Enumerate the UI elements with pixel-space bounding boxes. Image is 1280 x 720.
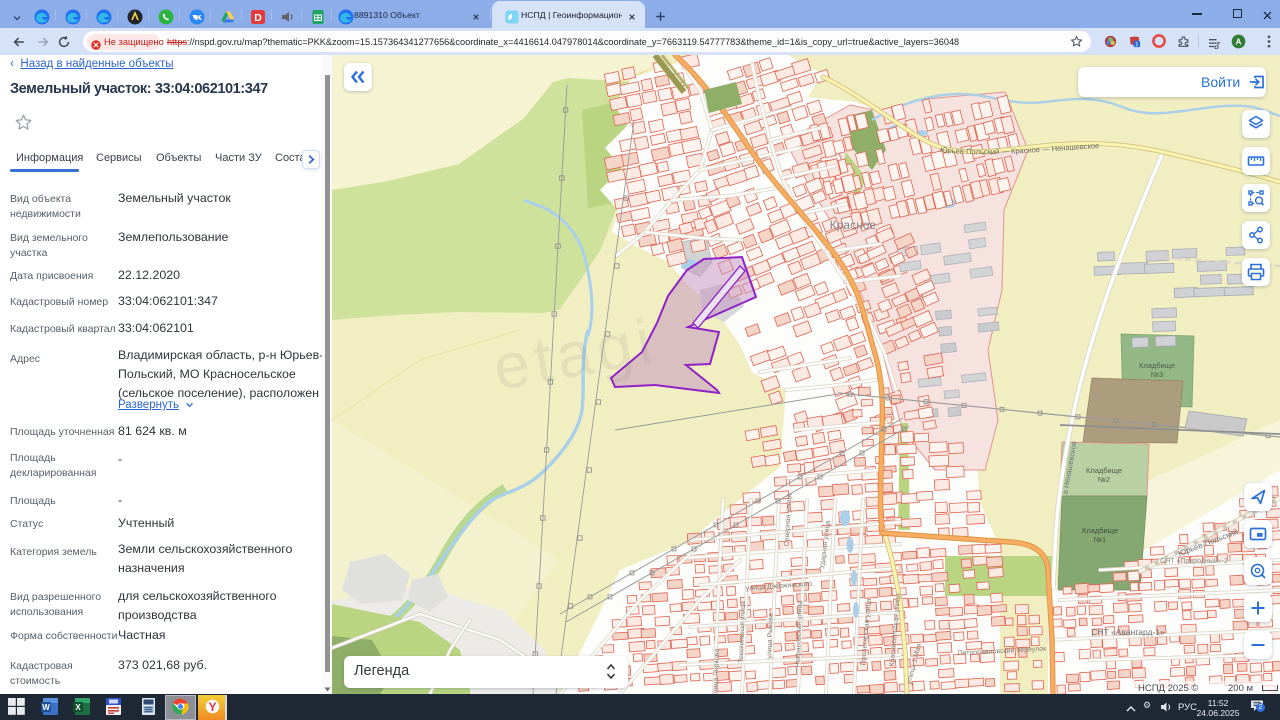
svg-text:Кладбище: Кладбище	[1139, 361, 1175, 370]
svg-text:1: 1	[1135, 41, 1138, 47]
svg-text:A: A	[1235, 36, 1241, 46]
svg-text:№3: №3	[1151, 370, 1163, 379]
svg-text:№2: №2	[1098, 475, 1110, 484]
svg-text:Кладбище: Кладбище	[1086, 466, 1122, 475]
svg-text:X: X	[75, 703, 81, 712]
svg-text:Y: Y	[208, 700, 216, 714]
svg-text:СНТ «Природный»-2: СНТ «Природный»-2	[1160, 557, 1228, 565]
svg-text:№1: №1	[1094, 535, 1106, 544]
svg-text:Кладбище: Кладбище	[1082, 526, 1118, 535]
svg-text:СНТ «Авангард-1»: СНТ «Авангард-1»	[1091, 627, 1165, 637]
svg-text:Красное: Красное	[830, 220, 876, 232]
svg-text:W: W	[42, 703, 50, 712]
svg-text:D: D	[254, 12, 262, 24]
